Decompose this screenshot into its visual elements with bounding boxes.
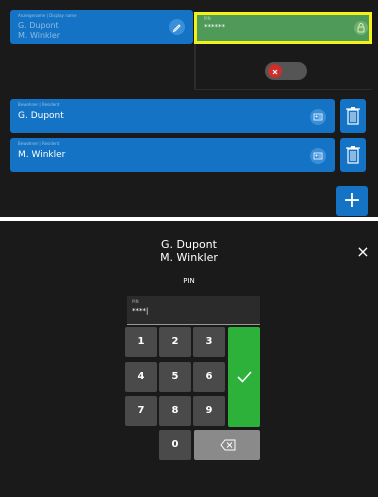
resident-name: M. Winkler (18, 150, 66, 160)
display-name-line2: M. Winkler (18, 31, 61, 40)
close-icon (272, 69, 278, 75)
key-5[interactable]: 5 (159, 362, 191, 392)
key-9[interactable]: 9 (193, 396, 225, 426)
key-3[interactable]: 3 (193, 327, 225, 357)
key-2[interactable]: 2 (159, 327, 191, 357)
delete-button[interactable] (340, 99, 366, 133)
display-name-line1: G. Dupont (18, 21, 59, 30)
resident-card[interactable]: Bewohner | Resident G. Dupont (10, 99, 335, 133)
divider-horizontal (194, 89, 372, 90)
confirm-button[interactable] (228, 327, 260, 427)
lock-icon[interactable] (353, 19, 369, 37)
dialog-title-line1: G. Dupont (161, 238, 217, 251)
resident-label: Bewohner | Resident (18, 141, 60, 146)
resident-settings-panel: Anzeigename | Display name G. Dupont M. … (0, 0, 378, 217)
pin-field[interactable]: PIN ****** (194, 12, 372, 44)
key-8[interactable]: 8 (159, 396, 191, 426)
pin-field-value: ****** (204, 23, 225, 31)
trash-icon (346, 146, 360, 164)
pin-input-label: PIN (132, 299, 139, 304)
pin-toggle[interactable] (265, 62, 307, 80)
pin-field-label: PIN (204, 16, 211, 21)
key-7[interactable]: 7 (125, 396, 157, 426)
resident-card[interactable]: Bewohner | Resident M. Winkler (10, 138, 335, 172)
id-card-button[interactable] (310, 148, 326, 164)
close-button[interactable]: × (355, 242, 371, 262)
trash-icon (346, 107, 360, 125)
dialog-title-line2: M. Winkler (160, 251, 218, 264)
backspace-button[interactable] (194, 430, 260, 460)
add-resident-button[interactable]: + (336, 186, 368, 216)
key-0[interactable]: 0 (159, 430, 191, 460)
id-card-icon (313, 113, 323, 121)
resident-label: Bewohner | Resident (18, 102, 60, 107)
key-6[interactable]: 6 (193, 362, 225, 392)
delete-button[interactable] (340, 138, 366, 172)
display-name-label: Anzeigename | Display name (18, 13, 77, 18)
dialog-subtitle: PIN (183, 277, 195, 285)
key-4[interactable]: 4 (125, 362, 157, 392)
backspace-icon (220, 439, 236, 451)
edit-button[interactable] (169, 19, 185, 35)
toggle-off-knob (268, 64, 282, 78)
plus-icon: + (342, 188, 362, 213)
key-1[interactable]: 1 (125, 327, 157, 357)
divider (194, 44, 196, 90)
resident-name: G. Dupont (18, 111, 64, 121)
pin-input[interactable]: PIN ****| (127, 296, 260, 325)
id-card-icon (313, 152, 323, 160)
id-card-button[interactable] (310, 109, 326, 125)
display-name-card[interactable]: Anzeigename | Display name G. Dupont M. … (10, 10, 193, 44)
pencil-icon (172, 24, 181, 33)
dialog-title: G. Dupont M. Winkler (0, 238, 378, 264)
pin-input-value: ****| (132, 307, 149, 315)
checkmark-icon (237, 371, 252, 383)
